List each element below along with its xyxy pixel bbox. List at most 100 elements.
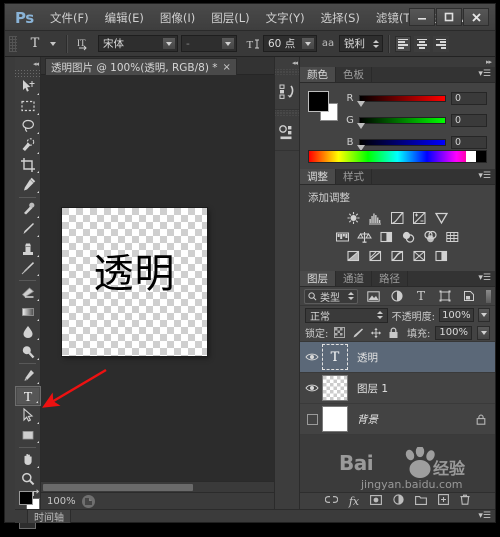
- tab-channels[interactable]: 通道: [336, 271, 372, 286]
- lock-position-icon[interactable]: [369, 326, 382, 339]
- hand-tool[interactable]: [15, 450, 41, 470]
- layer-name[interactable]: 背景: [357, 412, 476, 427]
- properties-panel-icon[interactable]: [275, 116, 299, 151]
- invert-icon[interactable]: [345, 248, 362, 263]
- panel-menu-icon[interactable]: ▾☰: [478, 511, 491, 521]
- zoom-tool[interactable]: [15, 469, 41, 489]
- chevron-down-icon[interactable]: [162, 37, 176, 50]
- layer-thumbnail[interactable]: [322, 406, 348, 432]
- color-spectrum-ramp[interactable]: [308, 150, 487, 163]
- menu-layer[interactable]: 图层(L): [210, 9, 250, 27]
- pen-tool[interactable]: [15, 366, 41, 386]
- menu-image[interactable]: 图像(I): [159, 9, 196, 27]
- curves-icon[interactable]: [389, 210, 406, 225]
- slider-r[interactable]: [357, 94, 446, 107]
- layer-visibility-icon[interactable]: [302, 342, 322, 373]
- lock-all-icon[interactable]: [387, 326, 400, 339]
- selective-color-icon[interactable]: [411, 248, 428, 263]
- white-swatch[interactable]: [466, 151, 476, 162]
- tab-layers[interactable]: 图层: [300, 271, 336, 286]
- menu-type[interactable]: 文字(Y): [265, 9, 306, 27]
- table-row[interactable]: T 透明: [300, 342, 495, 373]
- layer-thumbnail[interactable]: T: [322, 344, 348, 370]
- color-balance-icon[interactable]: [356, 229, 373, 244]
- gradient-map-icon[interactable]: [433, 248, 450, 263]
- color-lookup-icon[interactable]: [444, 229, 461, 244]
- layer-visibility-icon[interactable]: [302, 373, 322, 404]
- lasso-tool[interactable]: [15, 116, 41, 136]
- text-orientation-icon[interactable]: I T: [73, 34, 95, 54]
- value-g[interactable]: 0: [451, 113, 487, 127]
- layer-filter-select[interactable]: 类型: [304, 288, 358, 304]
- quick-select-tool[interactable]: [15, 136, 41, 156]
- healing-brush-tool[interactable]: [15, 200, 41, 220]
- stepper-icon[interactable]: [371, 38, 380, 49]
- move-tool[interactable]: [15, 77, 41, 97]
- swap-colors-icon[interactable]: [32, 489, 41, 498]
- filter-toggle-switch[interactable]: [486, 289, 491, 303]
- layer-name[interactable]: 透明: [357, 350, 495, 365]
- gradient-tool[interactable]: [15, 303, 41, 323]
- antialias-select[interactable]: 锐利: [339, 35, 383, 52]
- tab-timeline[interactable]: 时间轴: [28, 509, 71, 524]
- eraser-tool[interactable]: [15, 283, 41, 303]
- value-b[interactable]: 0: [451, 135, 487, 149]
- panel-menu-icon[interactable]: ▾☰: [478, 172, 491, 181]
- black-swatch[interactable]: [476, 151, 486, 162]
- stepper-icon[interactable]: [376, 311, 385, 320]
- canvas-area[interactable]: 透明: [41, 75, 300, 492]
- chevron-down-icon[interactable]: [301, 37, 315, 50]
- fill-chevron-down-icon[interactable]: [477, 325, 490, 340]
- blend-mode-select[interactable]: 正常: [305, 307, 388, 323]
- marquee-tool[interactable]: [15, 97, 41, 117]
- new-group-icon[interactable]: [415, 495, 428, 508]
- document-tab[interactable]: 透明图片 @ 100%(透明, RGB/8) * ×: [45, 58, 237, 75]
- lock-image-icon[interactable]: [351, 326, 364, 339]
- stepper-icon[interactable]: [346, 292, 355, 301]
- tab-paths[interactable]: 路径: [372, 271, 408, 286]
- tool-preset-chevron-down-icon[interactable]: [50, 41, 56, 46]
- tab-color[interactable]: 颜色: [300, 67, 336, 82]
- slider-knob[interactable]: [357, 122, 365, 129]
- brush-tool[interactable]: [15, 219, 41, 239]
- close-button[interactable]: [463, 8, 489, 26]
- blur-tool[interactable]: [15, 322, 41, 342]
- document-icon[interactable]: [81, 494, 95, 508]
- icon-dock-expand-button[interactable]: ◂◂: [275, 57, 299, 69]
- history-panel-icon[interactable]: [275, 75, 299, 110]
- slider-knob[interactable]: [357, 100, 365, 107]
- scrollbar-thumb[interactable]: [43, 483, 193, 491]
- table-row[interactable]: 背景: [300, 404, 495, 435]
- layer-mask-icon[interactable]: [370, 494, 383, 508]
- menu-select[interactable]: 选择(S): [320, 9, 361, 27]
- align-center-button[interactable]: [414, 35, 430, 52]
- black-white-icon[interactable]: [378, 229, 395, 244]
- link-layers-icon[interactable]: [324, 495, 339, 507]
- font-style-select[interactable]: -: [181, 35, 237, 52]
- panel-menu-icon[interactable]: ▾☰: [478, 274, 491, 283]
- filter-type-icon[interactable]: T: [412, 289, 430, 303]
- menu-file[interactable]: 文件(F): [49, 9, 90, 27]
- maximize-button[interactable]: [436, 8, 462, 26]
- dock-collapse-button[interactable]: ▸▸: [300, 57, 495, 67]
- dodge-tool[interactable]: [15, 342, 41, 362]
- type-tool[interactable]: T: [15, 385, 41, 406]
- tab-adjustments[interactable]: 调整: [300, 169, 336, 184]
- posterize-icon[interactable]: [367, 248, 384, 263]
- layer-thumbnail[interactable]: [322, 375, 348, 401]
- channel-mixer-icon[interactable]: [422, 229, 439, 244]
- layer-style-icon[interactable]: fx: [349, 495, 359, 508]
- zoom-level[interactable]: 100%: [47, 496, 76, 507]
- filter-adjustment-icon[interactable]: [388, 289, 406, 303]
- tab-swatches[interactable]: 色板: [336, 67, 372, 82]
- menu-edit[interactable]: 编辑(E): [104, 9, 145, 27]
- hue-saturation-icon[interactable]: [334, 229, 351, 244]
- current-tool-icon[interactable]: T: [20, 34, 50, 54]
- vibrance-icon[interactable]: [433, 210, 450, 225]
- align-right-button[interactable]: [433, 35, 449, 52]
- timeline-grip[interactable]: [15, 509, 28, 523]
- levels-icon[interactable]: [367, 210, 384, 225]
- rectangle-tool[interactable]: [15, 425, 41, 445]
- color-swatches[interactable]: [308, 91, 338, 121]
- tools-collapse-button[interactable]: ◂◂: [15, 57, 40, 70]
